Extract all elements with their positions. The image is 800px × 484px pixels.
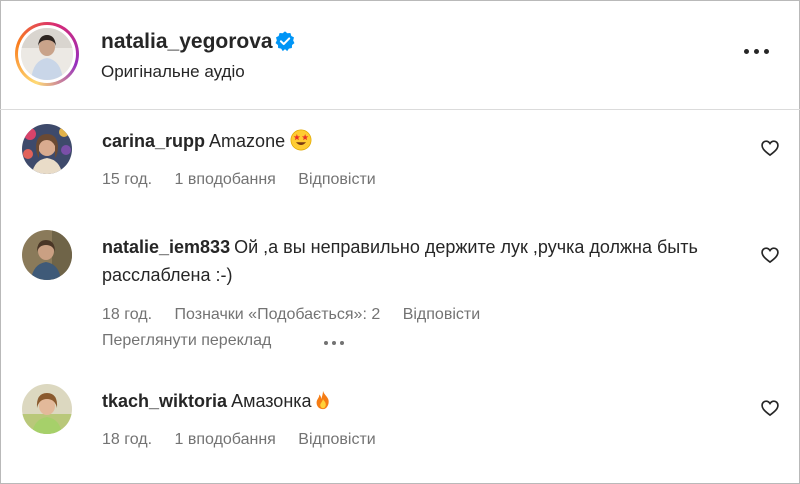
comment-likes-count[interactable]: 1 вподобання: [175, 431, 276, 448]
comment-meta: 18 год. 1 вподобання Відповісти: [102, 431, 394, 449]
reply-button[interactable]: Відповісти: [298, 171, 375, 188]
verified-badge-icon: [275, 31, 295, 52]
comment-item: tkach_wiktoria Амазонка 18 год. 1 вподоба…: [0, 360, 800, 470]
comment-likes-count[interactable]: Позначки «Подобається»: 2: [175, 306, 381, 323]
comment-username[interactable]: carina_rupp: [102, 131, 205, 151]
comment-time: 18 год.: [102, 306, 153, 323]
comment-username[interactable]: natalie_iem833: [102, 237, 230, 257]
star-struck-emoji-icon: [290, 129, 312, 151]
commenter-avatar[interactable]: [22, 384, 72, 434]
like-heart-icon[interactable]: [760, 398, 780, 418]
comment-meta: 15 год. 1 вподобання Відповісти: [102, 171, 394, 189]
see-translation-link[interactable]: Переглянути переклад: [102, 332, 271, 350]
commenter-avatar[interactable]: [22, 124, 72, 174]
comment-body: natalie_iem833 Ой ,а вы неправильно держи…: [102, 233, 722, 289]
fire-emoji-icon: [316, 390, 329, 410]
like-heart-icon[interactable]: [760, 138, 780, 158]
comment-username[interactable]: tkach_wiktoria: [102, 391, 227, 411]
post-header: natalia_yegorova Оригінальне аудіо: [0, 0, 800, 110]
reply-button[interactable]: Відповісти: [403, 306, 480, 323]
comment-time: 18 год.: [102, 431, 153, 448]
owner-avatar[interactable]: [15, 22, 79, 86]
original-audio-link[interactable]: Оригінальне аудіо: [101, 62, 245, 82]
comment-item: natalie_iem833 Ой ,а вы неправильно держи…: [0, 210, 800, 360]
comment-more-icon[interactable]: [322, 338, 348, 348]
comment-body: tkach_wiktoria Амазонка: [102, 387, 722, 415]
comment-item: carina_rupp Amazone 15 год. 1 вподобання …: [0, 110, 800, 210]
comment-meta: 18 год. Позначки «Подобається»: 2 Відпов…: [102, 306, 498, 324]
comment-text: Амазонка: [231, 391, 312, 411]
more-options-icon[interactable]: [742, 44, 772, 60]
like-heart-icon[interactable]: [760, 245, 780, 265]
comment-body: carina_rupp Amazone: [102, 127, 722, 155]
comment-likes-count[interactable]: 1 вподобання: [175, 171, 276, 188]
comment-text: Amazone: [209, 131, 286, 151]
comment-time: 15 год.: [102, 171, 153, 188]
commenter-avatar[interactable]: [22, 230, 72, 280]
post-owner-username[interactable]: natalia_yegorova: [101, 30, 273, 54]
reply-button[interactable]: Відповісти: [298, 431, 375, 448]
